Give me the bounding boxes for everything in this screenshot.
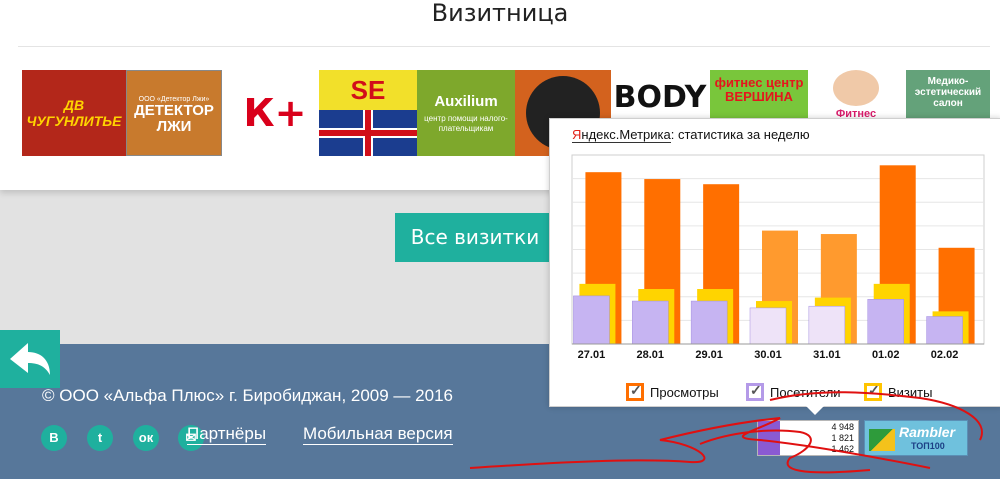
odnoklassniki-social-button[interactable]: ок [133, 425, 159, 451]
logo-auxilium-name: Auxilium [434, 92, 498, 110]
copyright-text: © ООО «Альфа Плюс» г. Биробиджан, 2009 —… [42, 386, 453, 405]
reply-arrow-icon [10, 343, 50, 375]
partners-link[interactable]: Партнёры [187, 424, 267, 445]
logo-se-text: SE [350, 75, 386, 105]
rambler-top100-counter[interactable]: Rambler ТОП100 [864, 420, 968, 456]
counter-visitors: 1 821 [831, 433, 854, 443]
logo-body-text: BODY [613, 80, 707, 115]
visitors-bar [749, 307, 787, 345]
views-checkbox-icon[interactable] [626, 382, 644, 401]
legend-visits[interactable]: Визиты [864, 382, 933, 401]
visitors-bar [690, 300, 728, 345]
logo-dv-chugunlite[interactable]: ДВ ЧУГУНЛИТЬЕ [22, 70, 126, 156]
metrika-bar-chart: 27.01 28.01 29.01 30.01 31.01 01.02 02.02 [571, 154, 985, 361]
section-title: Визитница [431, 0, 569, 27]
x-tick-label: 02.02 [931, 349, 959, 361]
logo-detector-big: ДЕТЕКТОР ЛЖИ [134, 101, 214, 135]
x-tick-label: 30.01 [754, 349, 782, 361]
logo-detector-lzhi[interactable]: ООО «Детектор Лжи» ДЕТЕКТОР ЛЖИ [126, 70, 222, 156]
x-tick-label: 29.01 [695, 349, 723, 361]
counter-views: 4 948 [831, 422, 854, 432]
x-tick-label: 31.01 [813, 349, 841, 361]
uk-flag-icon [319, 110, 417, 156]
counter-today: 1 462 [831, 444, 854, 454]
visitors-bar [632, 300, 669, 345]
visitors-checkbox-icon[interactable] [746, 382, 764, 401]
logo-se[interactable]: SE [319, 70, 417, 156]
legend-views[interactable]: Просмотры [626, 382, 719, 401]
x-tick-label: 28.01 [637, 349, 665, 361]
visits-checkbox-icon[interactable] [864, 382, 882, 401]
legend-visitors[interactable]: Посетители [746, 382, 841, 401]
visitors-bar [867, 299, 904, 345]
mobile-version-link[interactable]: Мобильная версия [303, 424, 453, 445]
visitors-bar [808, 305, 846, 345]
logo-auxilium[interactable]: Auxilium центр помощи налого-плательщика… [417, 70, 515, 156]
legend-views-label: Просмотры [650, 384, 719, 400]
all-cards-button[interactable]: Все визитки [395, 213, 555, 262]
back-button[interactable] [0, 330, 60, 388]
rambler-cubes-icon [869, 429, 895, 451]
counter-bar-icon [758, 421, 780, 455]
title-divider [18, 46, 990, 47]
logo-kplus-text: К+ [243, 91, 307, 135]
legend-visitors-label: Посетители [770, 384, 841, 400]
rambler-word: Rambler [899, 424, 956, 440]
x-tick-label: 27.01 [578, 349, 606, 361]
metrika-stats-popup: Яндекс.Метрика: статистика за неделю 27.… [549, 118, 1000, 415]
logo-dv-text: ДВ ЧУГУНЛИТЬЕ [26, 97, 122, 129]
legend-visits-label: Визиты [888, 384, 933, 400]
logo-k-plus[interactable]: К+ [230, 70, 320, 156]
visitors-bar [573, 295, 610, 345]
visitors-bar [926, 316, 963, 345]
woman-face-icon [833, 70, 879, 106]
twitter-social-button[interactable]: t [87, 425, 113, 451]
vk-social-button[interactable]: В [41, 425, 67, 451]
rambler-top100: ТОП100 [911, 441, 945, 451]
logo-auxilium-sub: центр помощи налого-плательщикам [424, 113, 508, 133]
logo-medical-text: Медико-эстетический салон [914, 76, 982, 109]
x-tick-label: 01.02 [872, 349, 900, 361]
logo-fitness1-text: фитнес центр ВЕРШИНА [714, 75, 804, 104]
liveinternet-counter[interactable]: 4 948 1 821 1 462 [757, 420, 859, 456]
